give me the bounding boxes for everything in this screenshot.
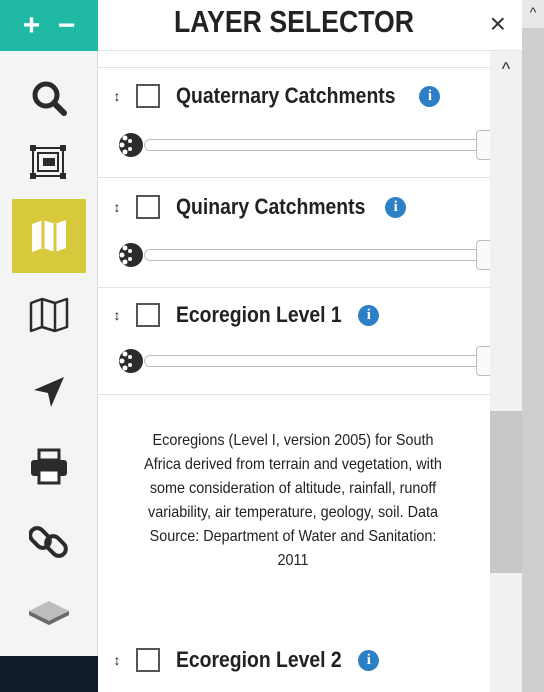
layers-map-icon (32, 220, 66, 252)
extent-tool-button[interactable] (0, 125, 98, 199)
opacity-slider[interactable] (116, 240, 490, 270)
search-icon (32, 81, 67, 116)
layer-selector-header: LAYER SELECTOR × (98, 0, 522, 51)
page-scrollbar[interactable] (522, 0, 544, 692)
layer-description: Ecoregions (Level I, version 2005) for S… (144, 432, 442, 569)
drag-handle-icon[interactable]: ↕ (110, 88, 124, 104)
opacity-handle-icon[interactable] (116, 346, 146, 376)
basemap-tool-button[interactable] (0, 578, 98, 652)
close-button[interactable]: × (490, 10, 506, 38)
link-tool-button[interactable] (0, 504, 98, 578)
layer-name: Ecoregion Level 1 (176, 302, 342, 327)
layer-name: Quinary Catchments (176, 194, 366, 219)
opacity-slider[interactable] (116, 346, 490, 376)
page-title: LAYER SELECTOR (174, 4, 414, 39)
search-tool-button[interactable] (0, 61, 98, 135)
list-item: ↕ Ecoregion Level 1 i (98, 288, 490, 395)
slider-thumb[interactable] (476, 130, 490, 160)
layer-name: Quaternary Catchments (176, 83, 396, 108)
layer-list: ↕ Quaternary Catchments i ↕ Quinary Catc… (98, 51, 490, 692)
scrollbar-thumb[interactable] (490, 411, 522, 573)
layer-header: ↕ Quinary Catchments i (110, 194, 407, 220)
drag-handle-icon[interactable]: ↕ (110, 652, 124, 668)
drag-handle-icon[interactable]: ↕ (110, 199, 124, 215)
scroll-up-button[interactable]: ^ (490, 59, 522, 79)
slider-track[interactable] (144, 139, 490, 151)
info-icon[interactable]: i (385, 196, 407, 218)
slider-thumb[interactable] (476, 346, 490, 376)
layer-checkbox[interactable] (136, 303, 160, 327)
layer-header: ↕ Quaternary Catchments i (110, 83, 441, 109)
opacity-handle-icon[interactable] (116, 240, 146, 270)
print-tool-button[interactable] (0, 430, 98, 504)
map-icon (29, 297, 69, 333)
locate-arrow-icon (34, 377, 64, 407)
page-scroll-up-button[interactable]: ^ (522, 0, 544, 28)
info-icon[interactable]: i (358, 304, 380, 326)
map-tool-button[interactable] (0, 278, 98, 352)
layer-checkbox[interactable] (136, 84, 160, 108)
link-icon (29, 526, 68, 558)
slider-track[interactable] (144, 249, 490, 261)
opacity-handle-icon[interactable] (116, 130, 146, 160)
basemap-icon (29, 601, 69, 625)
toolbar-footer (0, 656, 98, 692)
layer-checkbox[interactable] (136, 648, 160, 672)
toolbar: + − (0, 0, 98, 692)
list-item: ↕ Quaternary Catchments i (98, 68, 490, 178)
layer-checkbox[interactable] (136, 195, 160, 219)
layer-header: ↕ Ecoregion Level 2 i (110, 647, 380, 673)
zoom-controls: + − (0, 0, 98, 51)
info-icon[interactable]: i (419, 85, 441, 107)
layer-list-scrollbar[interactable]: ^ (490, 51, 522, 692)
layer-name: Ecoregion Level 2 (176, 647, 342, 672)
print-icon (31, 448, 67, 485)
layer-selector-tool-button[interactable] (12, 199, 86, 273)
info-icon[interactable]: i (358, 649, 380, 671)
list-item: ↕ Ecoregion Level 2 i (98, 641, 490, 692)
layer-header: ↕ Ecoregion Level 1 i (110, 302, 380, 328)
extent-icon (30, 145, 66, 179)
slider-thumb[interactable] (476, 240, 490, 270)
zoom-in-button[interactable]: + (23, 10, 41, 41)
locate-tool-button[interactable] (0, 355, 98, 429)
slider-track[interactable] (144, 355, 490, 367)
opacity-slider[interactable] (116, 130, 490, 160)
zoom-out-button[interactable]: − (58, 10, 76, 41)
list-item: ↕ Quinary Catchments i (98, 178, 490, 288)
drag-handle-icon[interactable]: ↕ (110, 307, 124, 323)
